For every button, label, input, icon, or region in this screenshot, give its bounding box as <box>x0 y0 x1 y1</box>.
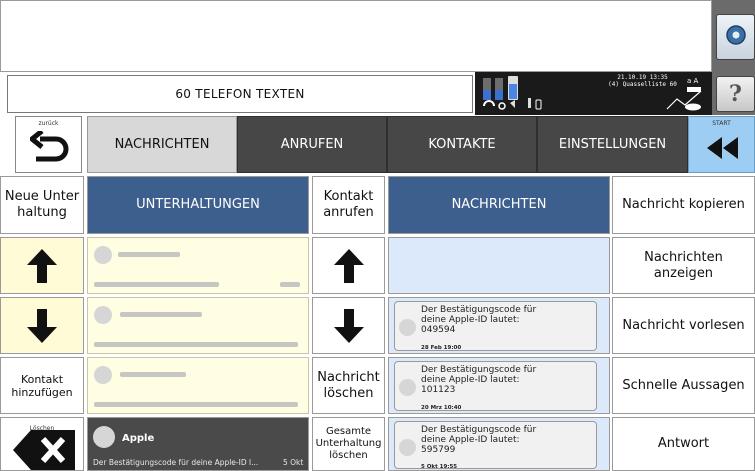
start-button[interactable]: START <box>688 116 755 173</box>
copy-message-button[interactable]: Nachricht kopieren <box>612 176 755 234</box>
status-icons <box>483 76 542 110</box>
tab-nachrichten[interactable]: NACHRICHTEN <box>87 116 237 173</box>
app-window: ? 60 TELEFON TEXTEN 21.10.19 13:35 (4) Q… <box>0 0 755 471</box>
show-messages-button[interactable]: Nachrichten anzeigen <box>612 237 755 294</box>
message-bubble: Der Bestätigungscode für deine Apple-ID … <box>394 301 597 351</box>
contact-avatar-icon <box>399 379 416 396</box>
conversation-item[interactable] <box>87 357 309 414</box>
read-message-button[interactable]: Nachricht vorlesen <box>612 297 755 354</box>
arrow-up-icon <box>27 248 57 283</box>
reply-button[interactable]: Antwort <box>612 417 755 471</box>
tab-anrufen[interactable]: ANRUFEN <box>237 116 387 173</box>
start-label: START <box>712 120 731 127</box>
add-contact-button[interactable]: Kontakt hinzufügen <box>0 357 84 414</box>
delete-conversation-button[interactable]: Gesamte Unterhaltung löschen <box>312 417 385 471</box>
message-bubble: Der Bestätigungscode für deine Apple-ID … <box>394 361 597 411</box>
conversation-item[interactable] <box>87 237 309 294</box>
messages-header: NACHRICHTEN <box>388 176 610 234</box>
message-date: 20 Mrz 10:40 <box>421 405 462 411</box>
contact-avatar-icon <box>94 306 112 324</box>
conversation-item[interactable] <box>87 297 309 354</box>
gear-icon <box>724 23 748 51</box>
new-conversation-button[interactable]: Neue Unter haltung <box>0 176 84 234</box>
back-arrow-icon <box>30 131 69 162</box>
contact-avatar-icon <box>93 426 115 448</box>
message-date: 28 Feb 19:00 <box>421 345 462 351</box>
conversation-item-selected[interactable]: Apple Der Bestätigungscode für deine App… <box>87 417 309 471</box>
back-label: zurück <box>38 120 59 127</box>
message-item[interactable]: Der Bestätigungscode für deine Apple-ID … <box>388 357 610 414</box>
arrow-down-icon <box>27 308 57 343</box>
message-item[interactable]: Der Bestätigungscode für deine Apple-ID … <box>388 297 610 354</box>
back-button[interactable]: zurück <box>15 116 82 173</box>
contact-avatar-icon <box>94 366 112 384</box>
rewind-icon <box>707 137 738 159</box>
conversation-preview: Der Bestätigungscode für deine Apple-ID … <box>93 458 259 467</box>
contact-avatar-icon <box>399 319 416 336</box>
tab-einstellungen[interactable]: EINSTELLUNGEN <box>537 116 688 173</box>
message-date: 5 Okt 19:55 <box>421 464 458 470</box>
arrow-up-icon <box>333 248 364 283</box>
message-text-field[interactable] <box>0 0 712 72</box>
arrow-down-icon <box>333 308 364 343</box>
message-text: Der Bestätigungscode für deine Apple-ID … <box>421 365 537 395</box>
conversations-down-button[interactable] <box>0 297 84 354</box>
svg-text:a A: a A <box>687 77 699 85</box>
help-button[interactable]: ? <box>716 76 755 112</box>
message-text: Der Bestätigungscode für deine Apple-ID … <box>421 425 537 455</box>
message-text: Der Bestätigungscode für deine Apple-ID … <box>421 305 537 335</box>
status-panel: 21.10.19 13:35 (4) Quasselliste 60 a A <box>475 72 712 115</box>
message-item[interactable]: Der Bestätigungscode für deine Apple-ID … <box>388 417 610 471</box>
volume-icon: a A <box>666 77 702 111</box>
page-title: 60 TELEFON TEXTEN <box>7 75 473 113</box>
backspace-icon <box>13 430 75 470</box>
conversations-header: UNTERHALTUNGEN <box>87 176 309 234</box>
contact-avatar-icon <box>399 439 416 456</box>
quick-phrases-button[interactable]: Schnelle Aussagen <box>612 357 755 414</box>
delete-message-button[interactable]: Nachricht löschen <box>312 357 385 414</box>
delete-button[interactable]: Löschen <box>0 417 84 471</box>
settings-button[interactable] <box>716 14 755 60</box>
messages-down-button[interactable] <box>312 297 385 354</box>
question-mark-icon: ? <box>729 81 742 107</box>
message-bubble: Der Bestätigungscode für deine Apple-ID … <box>394 421 597 470</box>
message-slot-empty <box>388 237 610 294</box>
conversations-up-button[interactable] <box>0 237 84 294</box>
messages-up-button[interactable] <box>312 237 385 294</box>
call-contact-button[interactable]: Kontakt anrufen <box>312 176 385 234</box>
contact-avatar-icon <box>94 246 112 264</box>
conversation-date: 5 Okt <box>283 458 304 467</box>
tab-kontakte[interactable]: KONTAKTE <box>387 116 537 173</box>
conversation-name: Apple <box>122 433 155 444</box>
